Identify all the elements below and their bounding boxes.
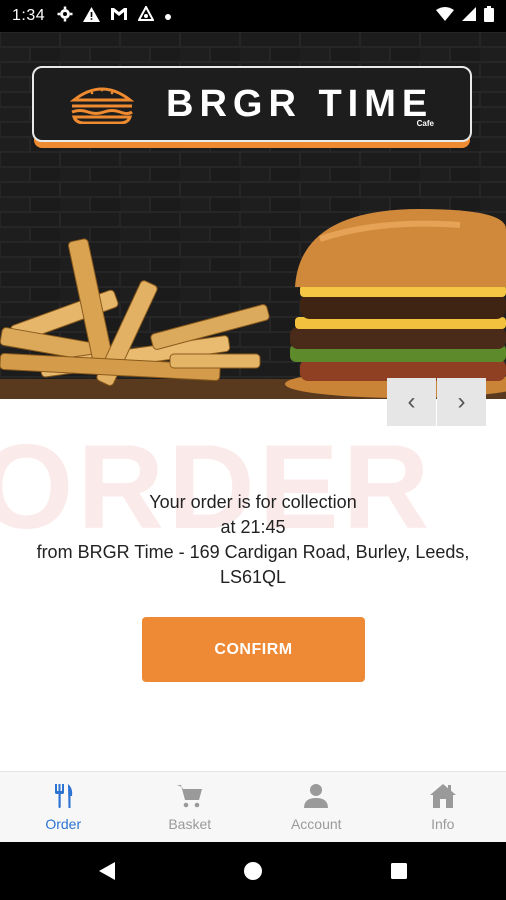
dot-icon bbox=[164, 8, 172, 25]
system-home-button[interactable] bbox=[180, 861, 326, 881]
tab-order-label: Order bbox=[45, 816, 82, 832]
brand-name: BRGR TIME bbox=[166, 82, 434, 125]
tab-info-label: Info bbox=[431, 816, 455, 832]
home-circle-icon bbox=[244, 862, 262, 880]
gmail-icon bbox=[110, 7, 128, 25]
fork-knife-icon bbox=[55, 784, 73, 808]
tab-basket[interactable]: Basket bbox=[127, 772, 254, 842]
message-line-4: LS61QL bbox=[219, 567, 287, 587]
person-icon bbox=[304, 784, 329, 808]
tab-account[interactable]: Account bbox=[253, 772, 380, 842]
message-line-1: Your order is for collection bbox=[149, 492, 357, 512]
chevron-right-icon: › bbox=[457, 388, 466, 415]
vpn-icon bbox=[137, 4, 155, 26]
home-icon bbox=[429, 784, 456, 808]
system-back-button[interactable] bbox=[34, 861, 180, 881]
burger-logo-icon bbox=[70, 87, 134, 124]
confirm-button[interactable]: CONFIRM bbox=[142, 617, 365, 682]
battery-icon bbox=[484, 5, 494, 27]
signal-icon bbox=[462, 6, 476, 26]
system-recents-button[interactable] bbox=[326, 862, 472, 880]
back-triangle-icon bbox=[99, 862, 115, 880]
system-navigation-bar bbox=[0, 842, 506, 900]
hero-banner: BRGR TIME Cafe bbox=[0, 32, 506, 399]
tab-info[interactable]: Info bbox=[380, 772, 506, 842]
brand-subtitle: Cafe bbox=[416, 119, 434, 128]
chevron-left-icon: ‹ bbox=[407, 388, 416, 415]
message-line-3: from BRGR Time - 169 Cardigan Road, Burl… bbox=[36, 542, 470, 562]
status-notification-icons bbox=[57, 4, 172, 26]
tab-account-label: Account bbox=[290, 816, 342, 832]
cart-icon bbox=[176, 785, 202, 808]
warning-icon bbox=[83, 6, 101, 26]
status-bar: 1:34 bbox=[0, 0, 506, 32]
tab-basket-label: Basket bbox=[168, 816, 212, 832]
wifi-icon bbox=[436, 6, 454, 26]
gear-icon bbox=[57, 6, 73, 26]
bottom-navigation: Order Basket Account Info bbox=[0, 771, 506, 842]
tab-order[interactable]: Order bbox=[0, 772, 127, 842]
status-time: 1:34 bbox=[12, 7, 46, 24]
message-line-2: at 21:45 bbox=[220, 517, 286, 537]
carousel-next-button[interactable]: › bbox=[437, 378, 486, 426]
brand-logo: BRGR TIME Cafe bbox=[32, 66, 472, 142]
burger-fries-image bbox=[0, 209, 506, 399]
status-system-icons bbox=[436, 5, 494, 27]
recents-square-icon bbox=[391, 863, 407, 879]
order-summary-message: Your order is for collection at 21:45 fr… bbox=[0, 490, 506, 590]
